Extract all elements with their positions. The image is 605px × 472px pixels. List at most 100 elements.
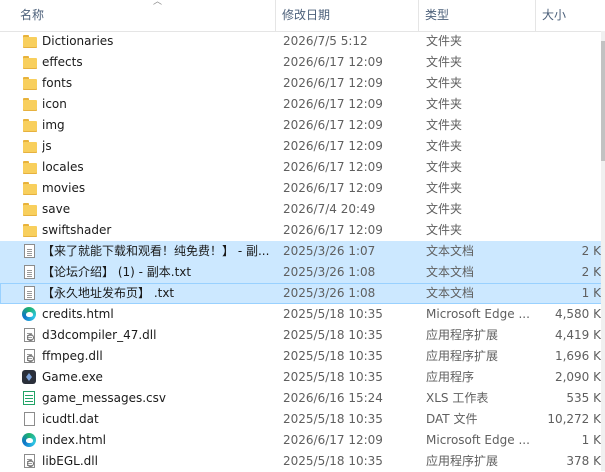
file-name: Game.exe — [42, 370, 103, 384]
file-type: 文件夹 — [426, 55, 463, 69]
column-header-date-label: 修改日期 — [282, 8, 331, 22]
file-name: img — [42, 118, 65, 132]
text-document-icon — [24, 265, 35, 279]
dll-icon — [24, 349, 35, 363]
file-type: 应用程序扩展 — [426, 454, 499, 468]
file-modified-date: 2025/5/18 10:35 — [283, 349, 383, 363]
file-size: 1,696 K — [554, 349, 601, 363]
file-size — [540, 115, 601, 136]
file-type: 应用程序扩展 — [426, 349, 499, 363]
folder-icon — [22, 118, 38, 133]
file-type: 文件夹 — [426, 97, 463, 111]
file-row[interactable]: locales 2026/6/17 12:09 文件夹 — [0, 157, 605, 178]
file-row[interactable]: save 2026/7/4 20:49 文件夹 — [0, 199, 605, 220]
file-row[interactable]: icon 2026/6/17 12:09 文件夹 — [0, 94, 605, 115]
file-row[interactable]: libEGL.dll 2025/5/18 10:35 应用程序扩展 378 K — [0, 451, 605, 472]
file-row[interactable]: 【论坛介绍】 (1) - 副本.txt 2025/3/26 1:08 文本文档 2 K — [0, 262, 605, 283]
file-row[interactable]: index.html 2026/6/17 12:09 Microsoft Edge … — [0, 430, 605, 451]
folder-icon — [22, 34, 38, 49]
file-row[interactable]: icudtl.dat 2025/5/18 10:35 DAT 文件 10,272 K — [0, 409, 605, 430]
file-row[interactable]: ffmpeg.dll 2025/5/18 10:35 应用程序扩展 1,696 K — [0, 346, 605, 367]
file-size: 2 K — [581, 265, 601, 279]
sort-ascending-icon: ︿ — [153, 0, 163, 7]
file-modified-date: 2026/6/17 12:09 — [283, 181, 383, 195]
file-row[interactable]: img 2026/6/17 12:09 文件夹 — [0, 115, 605, 136]
spreadsheet-icon — [23, 391, 35, 405]
column-header-size[interactable]: 大小 — [536, 0, 605, 31]
file-size — [540, 157, 601, 178]
file-size: 4,419 K — [554, 328, 601, 342]
text-document-icon — [24, 244, 35, 258]
column-header-type[interactable]: 类型 — [419, 0, 536, 31]
file-row[interactable]: Game.exe 2025/5/18 10:35 应用程序 2,090 K — [0, 367, 605, 388]
file-name: 【论坛介绍】 (1) - 副本.txt — [42, 265, 192, 279]
column-header-name[interactable]: ︿ 名称 — [14, 0, 276, 31]
file-modified-date: 2026/6/17 12:09 — [283, 223, 383, 237]
exe-icon — [22, 370, 36, 384]
file-name: credits.html — [42, 307, 114, 321]
file-modified-date: 2025/5/18 10:35 — [283, 307, 383, 321]
column-header-date[interactable]: 修改日期 — [276, 0, 419, 31]
file-type: Microsoft Edge ... — [426, 307, 530, 321]
vertical-scrollbar[interactable] — [601, 31, 605, 471]
file-name: js — [42, 139, 52, 153]
file-modified-date: 2026/7/4 20:49 — [283, 202, 376, 216]
file-row[interactable]: d3dcompiler_47.dll 2025/5/18 10:35 应用程序扩展 4… — [0, 325, 605, 346]
file-size: 4,580 K — [554, 307, 601, 321]
file-row[interactable]: credits.html 2025/5/18 10:35 Microsoft Edg… — [0, 304, 605, 325]
file-row[interactable]: swiftshader 2026/6/17 12:09 文件夹 — [0, 220, 605, 241]
file-size — [540, 52, 601, 73]
file-row[interactable]: js 2026/6/17 12:09 文件夹 — [0, 136, 605, 157]
file-name: swiftshader — [42, 223, 112, 237]
file-name: locales — [42, 160, 84, 174]
file-size: 10,272 K — [547, 412, 601, 426]
file-type: Microsoft Edge ... — [426, 433, 530, 447]
file-name: save — [42, 202, 71, 216]
text-document-icon — [24, 286, 35, 300]
file-row[interactable]: game_messages.csv 2026/6/16 15:24 XLS 工作表 5… — [0, 388, 605, 409]
folder-icon — [22, 181, 38, 196]
file-type: 文本文档 — [426, 265, 475, 279]
folder-icon — [22, 202, 38, 217]
file-modified-date: 2025/5/18 10:35 — [283, 370, 383, 384]
file-size — [540, 31, 601, 52]
file-name: 【来了就能下载和观看！纯免费！】 - 副... — [42, 244, 270, 258]
file-modified-date: 2026/6/17 12:09 — [283, 139, 383, 153]
file-list: Dictionaries 2026/7/5 5:12 文件夹 effects 2026/… — [0, 31, 605, 472]
file-type: 文件夹 — [426, 181, 463, 195]
file-size — [540, 178, 601, 199]
file-row[interactable]: effects 2026/6/17 12:09 文件夹 — [0, 52, 605, 73]
file-size: 1 K — [581, 286, 601, 300]
file-row[interactable]: fonts 2026/6/17 12:09 文件夹 — [0, 73, 605, 94]
file-row[interactable]: 【来了就能下载和观看！纯免费！】 - 副... 2025/3/26 1:07 文本文… — [0, 241, 605, 262]
folder-icon — [22, 223, 38, 238]
scrollbar-thumb[interactable] — [601, 41, 605, 161]
file-name: movies — [42, 181, 86, 195]
dll-icon — [24, 328, 35, 342]
file-size: 2,090 K — [554, 370, 601, 384]
file-modified-date: 2025/5/18 10:35 — [283, 328, 383, 342]
file-name: fonts — [42, 76, 73, 90]
file-name: Dictionaries — [42, 34, 114, 48]
file-name: libEGL.dll — [42, 454, 98, 468]
file-modified-date: 2026/6/17 12:09 — [283, 160, 383, 174]
file-type: 文件夹 — [426, 160, 463, 174]
file-row[interactable]: movies 2026/6/17 12:09 文件夹 — [0, 178, 605, 199]
file-modified-date: 2026/6/16 15:24 — [283, 391, 383, 405]
file-type: DAT 文件 — [426, 412, 478, 426]
file-name: icon — [42, 97, 67, 111]
file-name: 【永久地址发布页】 .txt — [42, 286, 175, 300]
folder-icon — [22, 139, 38, 154]
file-size: 1 K — [581, 433, 601, 447]
file-modified-date: 2025/5/18 10:35 — [283, 454, 383, 468]
file-modified-date: 2026/6/17 12:09 — [283, 97, 383, 111]
file-row[interactable]: 【永久地址发布页】 .txt 2025/3/26 1:08 文本文档 1 K — [0, 283, 605, 304]
folder-icon — [22, 55, 38, 70]
file-modified-date: 2026/6/17 12:09 — [283, 433, 383, 447]
edge-icon — [22, 307, 36, 321]
file-modified-date: 2025/5/18 10:35 — [283, 412, 383, 426]
file-type: 文件夹 — [426, 202, 463, 216]
file-row[interactable]: Dictionaries 2026/7/5 5:12 文件夹 — [0, 31, 605, 52]
file-name: game_messages.csv — [42, 391, 166, 405]
file-size — [540, 220, 601, 241]
